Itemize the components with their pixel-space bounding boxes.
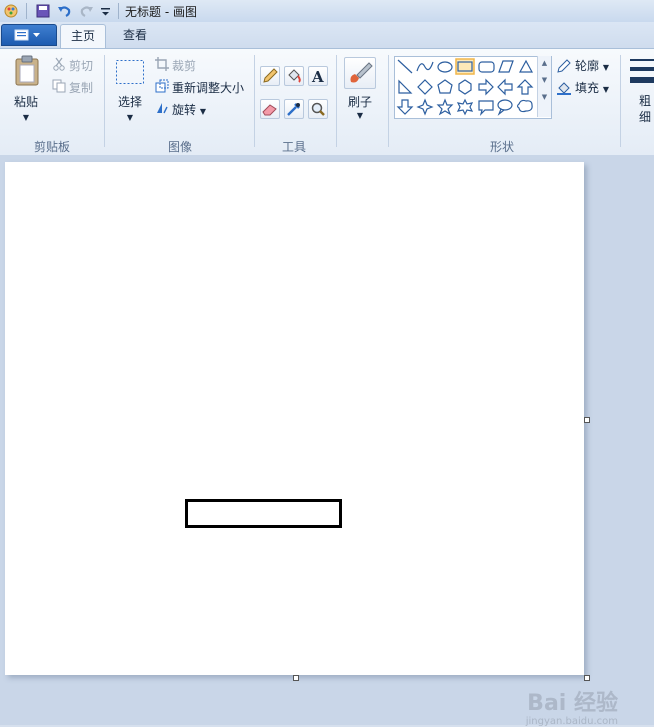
group-separator xyxy=(104,55,105,147)
size-label-line1: 粗 xyxy=(638,94,651,108)
crop-button[interactable]: 裁剪 xyxy=(172,57,196,74)
paint-bucket-icon xyxy=(288,69,301,83)
scroll-up-icon[interactable]: ▲ xyxy=(538,56,551,70)
resize-button[interactable]: 重新调整大小 xyxy=(172,79,244,96)
image-group-label: 图像 xyxy=(167,140,192,154)
paste-button[interactable]: 粘贴 xyxy=(8,93,44,110)
title-separator xyxy=(118,3,119,19)
eyedropper-icon xyxy=(287,103,300,116)
drawn-rectangle[interactable] xyxy=(185,499,342,528)
scroll-down-icon[interactable]: ▼ xyxy=(538,70,551,90)
color-picker-tool[interactable] xyxy=(284,99,304,119)
redo-icon[interactable] xyxy=(79,3,95,19)
shapes-scroll-bar[interactable]: ▲ ▼ ▼ xyxy=(537,56,551,117)
magnifier-icon xyxy=(311,102,325,116)
shapes-group-label: 形状 xyxy=(489,140,514,154)
paint-menu-button[interactable] xyxy=(1,24,57,46)
eraser-tool[interactable] xyxy=(260,99,280,119)
resize-handle-right[interactable] xyxy=(584,417,590,423)
group-separator xyxy=(620,55,621,147)
select-icon xyxy=(116,60,144,84)
brushes-dropdown-icon[interactable]: ▼ xyxy=(354,111,366,120)
cut-button[interactable]: 剪切 xyxy=(69,57,93,74)
brush-icon xyxy=(350,62,373,83)
paint-app-icon[interactable] xyxy=(3,3,19,19)
title-bar: 无标题 - 画图 xyxy=(0,0,654,23)
cut-icon xyxy=(53,57,65,71)
paste-icon xyxy=(15,55,39,86)
gallery-expand-icon[interactable]: ▼ xyxy=(538,90,551,104)
magnifier-tool[interactable] xyxy=(308,99,328,119)
menu-icon xyxy=(14,29,40,41)
text-tool[interactable]: A xyxy=(308,66,328,86)
outline-dropdown-icon: ▼ xyxy=(602,63,609,72)
rotate-button[interactable]: 旋转 ▼ xyxy=(172,101,206,118)
save-icon[interactable] xyxy=(35,3,51,19)
select-dropdown-icon[interactable]: ▼ xyxy=(124,113,136,122)
fill-icon xyxy=(557,82,571,95)
outline-label: 轮廓 xyxy=(575,59,600,73)
group-separator xyxy=(254,55,255,147)
fill-label: 填充 xyxy=(575,81,600,95)
copy-icon xyxy=(52,79,66,93)
watermark: Bai 经验 xyxy=(527,691,618,716)
eraser-icon xyxy=(262,104,277,116)
copy-button[interactable]: 复制 xyxy=(69,79,93,96)
rotate-label: 旋转 xyxy=(172,103,197,117)
text-icon: A xyxy=(311,68,324,86)
fill-dropdown-icon: ▼ xyxy=(602,85,609,94)
crop-icon xyxy=(155,57,169,71)
tab-home[interactable]: 主页 xyxy=(60,24,106,49)
watermark-url: jingyan.baidu.com xyxy=(525,716,618,727)
tab-view[interactable]: 查看 xyxy=(113,24,157,48)
brushes-tool[interactable] xyxy=(344,57,376,89)
drawing-canvas[interactable] xyxy=(5,162,584,675)
group-separator xyxy=(388,55,389,147)
shapes-grid xyxy=(396,58,534,116)
ribbon: 粘贴 ▼ 剪切 复制 剪贴板 选择 ▼ 裁剪 重新调整大小 旋转 ▼ 图像 A xyxy=(0,48,654,156)
shapes-gallery[interactable] xyxy=(394,56,552,119)
outline-button[interactable]: 轮廓 ▼ xyxy=(575,57,609,74)
line-size-icon xyxy=(630,59,654,83)
fill-button[interactable]: 填充 ▼ xyxy=(575,79,609,96)
svg-text:A: A xyxy=(311,68,324,85)
undo-icon[interactable] xyxy=(56,3,72,19)
pencil-icon xyxy=(263,68,278,83)
customize-quick-access-icon[interactable] xyxy=(98,3,114,19)
select-button[interactable]: 选择 xyxy=(112,93,148,110)
brushes-button[interactable]: 刷子 xyxy=(342,93,378,110)
group-separator xyxy=(336,55,337,147)
window-title: 无标题 - 画图 xyxy=(125,5,197,19)
outline-icon xyxy=(557,59,571,73)
size-button[interactable]: 粗 细 xyxy=(636,93,654,125)
resize-icon xyxy=(155,79,169,93)
paste-dropdown-icon[interactable]: ▼ xyxy=(20,113,32,122)
rotate-dropdown-icon: ▼ xyxy=(199,107,206,116)
tools-group-label: 工具 xyxy=(281,140,306,154)
pencil-tool[interactable] xyxy=(260,66,280,86)
resize-handle-corner[interactable] xyxy=(584,675,590,681)
quick-access-separator xyxy=(26,3,27,19)
ribbon-tab-bar: 主页 查看 xyxy=(0,22,654,49)
fill-tool[interactable] xyxy=(284,66,304,86)
rotate-icon xyxy=(157,103,168,114)
size-label-line2: 细 xyxy=(638,110,651,124)
resize-handle-bottom[interactable] xyxy=(293,675,299,681)
clipboard-group-label: 剪贴板 xyxy=(33,140,70,154)
